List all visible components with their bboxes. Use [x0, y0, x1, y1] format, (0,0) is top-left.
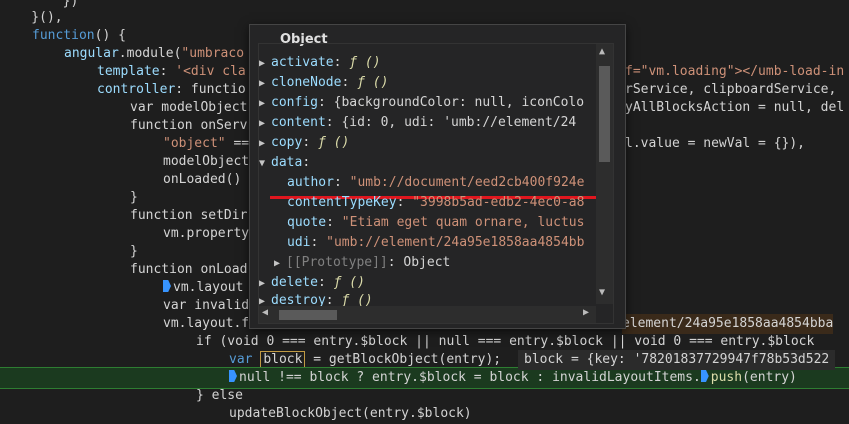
- code-line-tail: rService, clipboardService,: [625, 82, 837, 97]
- expand-arrow-icon[interactable]: ▶: [259, 54, 271, 74]
- code-line-tail: f="vm.loading"></umb-load-in: [625, 64, 845, 79]
- property-row[interactable]: contentTypeKey: "3998b5ad-edb2-4ec0-a8: [287, 193, 596, 213]
- code-line-tail: yAllBlocksAction = null, del: [625, 100, 845, 115]
- code-line: var invalid: [163, 298, 250, 313]
- code-line: vm.layout.f: [163, 316, 250, 331]
- property-row[interactable]: quote: "Etiam eget quam ornare, luctus: [287, 213, 596, 233]
- scroll-down-icon[interactable]: ▼: [599, 287, 605, 298]
- property-row[interactable]: author: "umb://document/eed2cb400f924e: [287, 173, 596, 193]
- property-row[interactable]: ▶ copy: ƒ (): [259, 133, 349, 153]
- expand-arrow-icon[interactable]: ▶: [259, 74, 271, 94]
- code-line: "object" ==: [163, 136, 250, 151]
- property-row[interactable]: ▶ [[Prototype]]: Object: [274, 253, 450, 273]
- inline-debug-value: block = {key: '78201837729947f78b53d522: [518, 350, 836, 370]
- code-line: updateBlockObject(entry.$block): [229, 406, 472, 421]
- property-row[interactable]: ▶ destroy: ƒ (): [259, 291, 373, 306]
- scrollbar-thumb[interactable]: [599, 66, 610, 162]
- collapse-arrow-icon[interactable]: ▼: [259, 154, 271, 174]
- code-line: null !== block ? entry.$block = block : …: [229, 368, 797, 388]
- code-line: onLoaded(): [163, 172, 242, 187]
- horizontal-scrollbar[interactable]: ◀ ▶: [259, 306, 596, 323]
- expand-arrow-icon[interactable]: ▶: [259, 114, 271, 134]
- code-line-tail: element/24a95e1858aa4854bba: [622, 314, 834, 334]
- breakpoint-marker-icon[interactable]: [163, 280, 171, 292]
- property-row[interactable]: ▶ activate: ƒ (): [259, 53, 381, 73]
- code-line: template: '<div cla: [97, 64, 246, 79]
- expand-arrow-icon[interactable]: ▶: [259, 292, 271, 306]
- expand-arrow-icon[interactable]: ▶: [274, 254, 286, 274]
- property-row[interactable]: udi: "umb://element/24a95e1858aa4854bb: [287, 233, 596, 253]
- code-line: function() {: [32, 28, 126, 43]
- hovered-variable[interactable]: block: [260, 351, 306, 368]
- code-line-tail: l.value = newVal = {}),: [625, 136, 806, 151]
- scroll-right-icon[interactable]: ▶: [583, 307, 589, 318]
- code-line: function onLoad: [130, 262, 248, 277]
- code-line: controller: functio: [97, 82, 246, 97]
- code-line: } else: [196, 388, 243, 403]
- expand-arrow-icon[interactable]: ▶: [259, 94, 271, 114]
- code-line: vm.property: [163, 226, 250, 241]
- code-line: function onServ: [130, 118, 248, 133]
- code-line: vm.layout: [163, 278, 243, 298]
- vertical-scrollbar[interactable]: ▲ ▼: [596, 44, 613, 304]
- expand-arrow-icon[interactable]: ▶: [259, 134, 271, 154]
- code-line: if (void 0 === entry.$block || null === …: [196, 334, 815, 349]
- code-line: var modelObject: [130, 100, 248, 115]
- scroll-up-icon[interactable]: ▲: [599, 46, 605, 57]
- code-line: }: [130, 190, 138, 205]
- code-line: modelObject: [163, 154, 250, 169]
- property-row-expanded[interactable]: ▼ data:: [259, 153, 310, 173]
- code-line: function setDir: [130, 208, 248, 223]
- property-row[interactable]: ▶ delete: ƒ (): [259, 273, 365, 293]
- code-line: }(),: [0, 10, 63, 25]
- breakpoint-marker-icon[interactable]: [229, 370, 237, 382]
- property-row[interactable]: ▶ config: {backgroundColor: null, iconCol…: [259, 93, 584, 113]
- scroll-left-icon[interactable]: ◀: [262, 307, 268, 318]
- property-row[interactable]: ▶ cloneNode: ƒ (): [259, 73, 388, 93]
- scrollbar-thumb[interactable]: [279, 310, 337, 320]
- code-line: angular.module("umbraco: [64, 46, 245, 61]
- property-row[interactable]: ▶ content: {id: 0, udi: 'umb://element/24: [259, 113, 576, 133]
- code-line: }: [130, 244, 138, 259]
- breakpoint-marker-icon[interactable]: [700, 370, 709, 382]
